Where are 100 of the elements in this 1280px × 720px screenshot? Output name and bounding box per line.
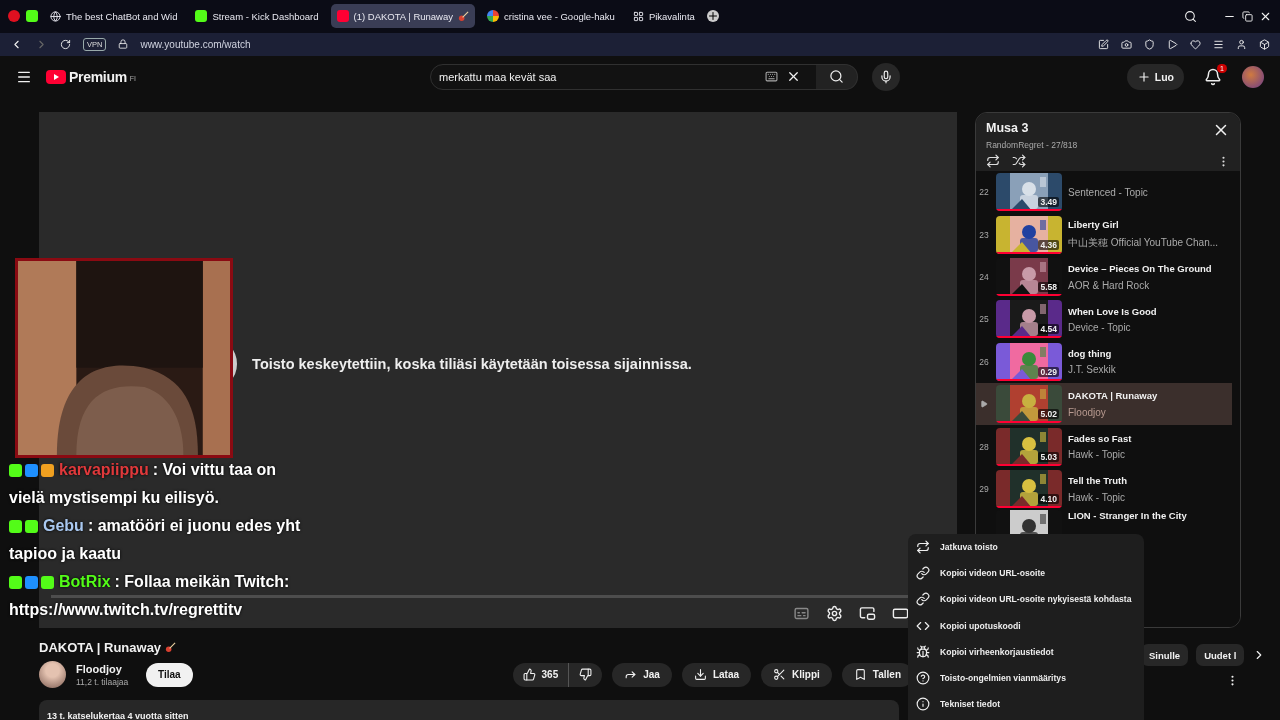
filter-chip[interactable]: Uudet l [1196, 644, 1245, 666]
browser-tab[interactable]: The best ChatBot and Wid [44, 4, 184, 29]
description-box[interactable]: 13 t. katselukertaa 4 vuotta sitten [39, 700, 899, 720]
heart-icon[interactable] [1190, 38, 1201, 50]
scissors-icon [773, 668, 787, 681]
playback-error-message: Toisto keskeytettiin, koska tiliäsi käytetään toisessa sijainnissa. [252, 355, 692, 372]
pinned-tab-icon[interactable] [26, 10, 38, 23]
shuffle-icon[interactable] [1012, 154, 1026, 168]
duration: 4.36 [1038, 239, 1059, 250]
cube-icon[interactable] [1259, 38, 1270, 50]
avatar[interactable] [1242, 65, 1264, 88]
channel-avatar[interactable] [39, 661, 66, 688]
chat-text: vielä mystisempi ku eilisyö. [9, 488, 219, 508]
link-icon [916, 592, 930, 607]
restore-icon[interactable] [1242, 10, 1253, 22]
video-title: DAKOTA | Runaway [39, 640, 162, 655]
browser-tab[interactable]: cristina vee - Google-haku [481, 4, 621, 29]
browser-logo-icon[interactable] [8, 10, 20, 23]
playlist-item[interactable]: 25 4.54 When Love Is Good Device - Topic [976, 298, 1232, 341]
item-channel: Sentenced - Topic [1068, 186, 1148, 198]
watched-bar [996, 293, 1062, 296]
chat-text: : Follaa meikän Twitch: [114, 572, 290, 592]
item-title: Tell the Truth [1068, 475, 1127, 487]
repeat-icon[interactable] [986, 154, 1000, 168]
action-button[interactable]: Klippi [761, 662, 832, 687]
miniplayer-icon[interactable] [859, 604, 876, 622]
search-button[interactable] [816, 63, 858, 90]
badge-icon [41, 575, 54, 589]
watched-bar [996, 209, 1062, 212]
playlist-item[interactable]: 28 5.03 Fades so Fast Hawk - Topic [976, 425, 1232, 468]
shield-icon[interactable] [1144, 38, 1155, 50]
chat-text: tapioo ja kaatu [9, 544, 122, 564]
playlist-item[interactable]: 22 3.49 Sentenced - Topic [976, 171, 1232, 214]
duration: 5.02 [1038, 409, 1059, 420]
watched-bar [996, 421, 1062, 424]
keyboard-icon[interactable] [765, 70, 778, 84]
info-icon [916, 697, 930, 712]
address-field[interactable]: www.youtube.com/watch [140, 38, 251, 50]
item-title: LION - Stranger In the City [1068, 510, 1187, 522]
reload-icon[interactable] [60, 38, 71, 50]
settings-icon[interactable] [826, 604, 843, 622]
playlist-item[interactable]: 23 4.36 Liberty Girl 中山美穂 Official YouTube Chan... [976, 213, 1232, 256]
guitar-icon [165, 642, 177, 653]
subscribe-button[interactable]: Tilaa [146, 662, 193, 687]
browser-tab[interactable]: Stream - Kick Dashboard [189, 4, 325, 29]
badge-icon [25, 575, 38, 589]
playlist-item[interactable]: 29 4.10 Tell the Truth Hawk - Topic [976, 467, 1232, 511]
thumbs-down-icon [579, 668, 593, 681]
badge-icon [9, 463, 22, 477]
menu-item[interactable]: Kopioi videon URL-osoite [908, 560, 1144, 587]
playlist-title: Musa 3 [986, 121, 1030, 135]
favicon-icon [195, 10, 208, 23]
subscriber-count: 11,2 t. tilaajaa [76, 676, 130, 687]
action-button[interactable]: Jaa [612, 662, 672, 687]
browser-tab[interactable]: Pikavalinta [626, 4, 701, 29]
chat-username: BotRix [59, 572, 111, 592]
mic-icon [879, 69, 893, 84]
action-button[interactable]: Lataa [681, 662, 752, 687]
link-icon [916, 566, 930, 581]
menu-item[interactable]: Kopioi videon URL-osoite nykyisestä kohdasta [908, 586, 1144, 613]
filter-chip[interactable]: Sinulle [1141, 644, 1189, 666]
new-tab-icon[interactable] [706, 10, 719, 23]
badge-icon [9, 575, 22, 589]
bell-icon [1204, 67, 1222, 86]
mic-button[interactable] [872, 62, 900, 91]
play-icon[interactable] [1167, 38, 1178, 50]
search-icon[interactable] [1184, 9, 1197, 23]
watched-bar [996, 378, 1062, 381]
watched-bar [996, 336, 1062, 339]
playlist-item[interactable]: 5.02 DAKOTA | Runaway Floodjoy [976, 382, 1232, 426]
profile-icon[interactable] [1236, 38, 1247, 50]
search-icon [829, 69, 844, 85]
playlist-item[interactable]: 24 5.58 Device – Pieces On The Ground AOR & Hard Rock [976, 255, 1232, 299]
channel-name[interactable]: Floodjoy [76, 662, 136, 675]
item-number: 26 [978, 356, 990, 367]
item-channel: Device - Topic [1068, 322, 1132, 334]
globe-icon [50, 10, 61, 22]
download-icon [693, 668, 707, 681]
duration: 4.54 [1038, 324, 1059, 335]
duration: 0.29 [1038, 366, 1059, 377]
favicon-icon [336, 10, 349, 23]
plus-icon [1136, 69, 1151, 84]
playlist-item[interactable]: 26 0.29 dog thing J.T. Sexkik [976, 340, 1232, 383]
badge-icon [41, 463, 54, 477]
item-title: DAKOTA | Runaway [1068, 390, 1158, 402]
menu-icon[interactable] [1213, 38, 1224, 50]
duration: 3.49 [1038, 197, 1059, 208]
menu-item[interactable]: Kopioi upotuskoodi [908, 612, 1144, 639]
item-number: 25 [978, 314, 990, 325]
browser-tab[interactable]: (1) DAKOTA | Runaway [330, 4, 475, 29]
duration: 4.10 [1038, 493, 1059, 504]
menu-item[interactable]: Kopioi virheenkorjaustiedot [908, 638, 1144, 665]
item-title: Device – Pieces On The Ground [1068, 263, 1212, 275]
create-button[interactable]: Luo [1126, 63, 1184, 90]
edit-icon[interactable] [1098, 38, 1109, 50]
favicon-icon [487, 10, 499, 23]
menu-item[interactable]: Jatkuva toisto [908, 534, 1144, 561]
menu-item[interactable]: Tekniset tiedot [908, 691, 1144, 718]
play-logo-icon [46, 69, 66, 84]
camera-icon[interactable] [1121, 38, 1132, 50]
